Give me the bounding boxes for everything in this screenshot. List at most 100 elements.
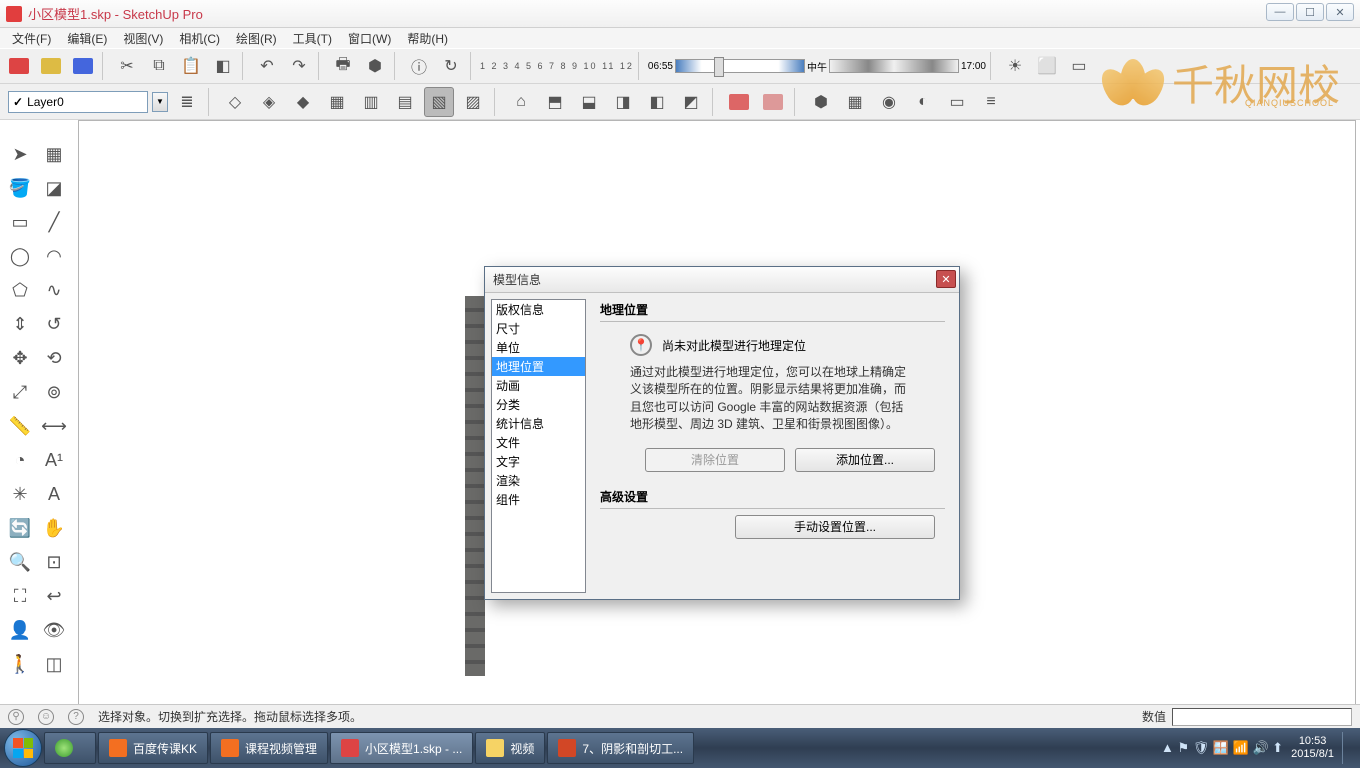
style-edges-icon[interactable]: ▨ bbox=[458, 87, 488, 117]
new-icon[interactable] bbox=[4, 51, 34, 81]
open-icon[interactable] bbox=[36, 51, 66, 81]
dialog-close-button[interactable]: ✕ bbox=[936, 270, 956, 288]
minimize-button[interactable]: — bbox=[1266, 3, 1294, 21]
cat-statistics[interactable]: 统计信息 bbox=[492, 414, 585, 433]
outliner-icon[interactable]: ≡ bbox=[976, 87, 1006, 117]
add-location-button[interactable]: 添加位置... bbox=[795, 448, 935, 472]
menu-file[interactable]: 文件(F) bbox=[4, 28, 59, 49]
model-icon[interactable]: ⬢ bbox=[360, 51, 390, 81]
paste-icon[interactable]: 📋 bbox=[176, 51, 206, 81]
dialog-titlebar[interactable]: 模型信息 bbox=[485, 267, 959, 293]
zoom-window-icon[interactable]: ⊡ bbox=[38, 546, 70, 578]
section-display-icon[interactable] bbox=[758, 87, 788, 117]
component-icon[interactable]: ▦ bbox=[38, 138, 70, 170]
cat-geolocation[interactable]: 地理位置 bbox=[492, 357, 585, 376]
scale-icon[interactable]: ⤢ bbox=[4, 376, 36, 408]
layer-dropdown-arrow[interactable]: ▼ bbox=[152, 92, 168, 112]
cat-rendering[interactable]: 渲染 bbox=[492, 471, 585, 490]
style-xray-icon[interactable]: ▥ bbox=[356, 87, 386, 117]
warehouse-icon[interactable]: ⬢ bbox=[806, 87, 836, 117]
cut-icon[interactable]: ✂ bbox=[112, 51, 142, 81]
rotate-icon[interactable]: ⟲ bbox=[38, 342, 70, 374]
iso-icon[interactable]: ⬜ bbox=[1032, 51, 1062, 81]
select-icon[interactable]: ➤ bbox=[4, 138, 36, 170]
task-video-folder[interactable]: 视频 bbox=[475, 732, 545, 764]
styles-icon[interactable]: ◐ bbox=[908, 87, 938, 117]
task-sketchup[interactable]: 小区模型1.skp - ... bbox=[330, 732, 473, 764]
view-iso-icon[interactable]: ⌂ bbox=[506, 87, 536, 117]
cat-classification[interactable]: 分类 bbox=[492, 395, 585, 414]
menu-camera[interactable]: 相机(C) bbox=[171, 28, 228, 49]
section-tool-icon[interactable]: ◫ bbox=[38, 648, 70, 680]
task-powerpoint[interactable]: 7、阴影和剖切工... bbox=[547, 732, 694, 764]
3dtext-icon[interactable]: A bbox=[38, 478, 70, 510]
style-shaded-icon[interactable]: ◆ bbox=[288, 87, 318, 117]
polygon-icon[interactable]: ⬠ bbox=[4, 274, 36, 306]
person-status-icon[interactable]: ☺ bbox=[38, 709, 54, 725]
print-icon[interactable]: 🖶 bbox=[328, 51, 358, 81]
menu-draw[interactable]: 绘图(R) bbox=[228, 28, 285, 49]
layer-manager-icon[interactable]: ≣ bbox=[172, 87, 202, 117]
view-front-icon[interactable]: ⬓ bbox=[574, 87, 604, 117]
cat-copyright[interactable]: 版权信息 bbox=[492, 300, 585, 319]
redo-icon[interactable]: ↷ bbox=[284, 51, 314, 81]
followme-icon[interactable]: ↺ bbox=[38, 308, 70, 340]
close-button[interactable]: ✕ bbox=[1326, 3, 1354, 21]
style-mono-icon[interactable]: ▤ bbox=[390, 87, 420, 117]
view-back-icon[interactable]: ◧ bbox=[642, 87, 672, 117]
scenes-icon[interactable]: ▭ bbox=[942, 87, 972, 117]
refresh-icon[interactable]: ↻ bbox=[436, 51, 466, 81]
show-desktop-button[interactable] bbox=[1342, 732, 1350, 764]
eraser-icon[interactable]: ◪ bbox=[38, 172, 70, 204]
layer-dropdown[interactable]: ✓ Layer0 bbox=[8, 91, 148, 113]
menu-window[interactable]: 窗口(W) bbox=[340, 28, 399, 49]
start-button[interactable] bbox=[4, 729, 42, 767]
axes-icon[interactable]: ✳ bbox=[4, 478, 36, 510]
tape-icon[interactable]: 📏 bbox=[4, 410, 36, 442]
zoom-extents-icon[interactable]: ⛶ bbox=[4, 580, 36, 612]
circle-icon[interactable]: ◯ bbox=[4, 240, 36, 272]
time-slider[interactable] bbox=[675, 59, 805, 73]
tray-icons[interactable]: ▲ ⚑ 🛡 🪟 📶 🔊 ⬆ bbox=[1161, 740, 1283, 756]
save-icon[interactable] bbox=[68, 51, 98, 81]
pushpull-icon[interactable]: ⇕ bbox=[4, 308, 36, 340]
view-left-icon[interactable]: ◩ bbox=[676, 87, 706, 117]
menu-edit[interactable]: 编辑(E) bbox=[59, 28, 115, 49]
freehand-icon[interactable]: ∿ bbox=[38, 274, 70, 306]
arc-icon[interactable]: ◠ bbox=[38, 240, 70, 272]
view-right-icon[interactable]: ◨ bbox=[608, 87, 638, 117]
line-icon[interactable]: ╱ bbox=[38, 206, 70, 238]
cat-animation[interactable]: 动画 bbox=[492, 376, 585, 395]
style-wireframe-icon[interactable]: ◇ bbox=[220, 87, 250, 117]
day-slider[interactable] bbox=[829, 59, 959, 73]
orbit-icon[interactable]: 🔄 bbox=[4, 512, 36, 544]
cat-file[interactable]: 文件 bbox=[492, 433, 585, 452]
position-camera-icon[interactable]: 👤 bbox=[4, 614, 36, 646]
tray-clock[interactable]: 10:53 2015/8/1 bbox=[1291, 735, 1334, 761]
zoom-icon[interactable]: 🔍 bbox=[4, 546, 36, 578]
manual-location-button[interactable]: 手动设置位置... bbox=[735, 515, 935, 539]
task-baidu-kk[interactable]: 百度传课KK bbox=[98, 732, 208, 764]
pan-icon[interactable]: ✋ bbox=[38, 512, 70, 544]
rect-icon[interactable]: ▭ bbox=[4, 206, 36, 238]
view-top-icon[interactable]: ⬒ bbox=[540, 87, 570, 117]
move-icon[interactable]: ✥ bbox=[4, 342, 36, 374]
dimension-icon[interactable]: ⟷ bbox=[38, 410, 70, 442]
cat-dimensions[interactable]: 尺寸 bbox=[492, 319, 585, 338]
look-around-icon[interactable]: 👁 bbox=[38, 614, 70, 646]
persp-icon[interactable]: ▭ bbox=[1064, 51, 1094, 81]
cat-components[interactable]: 组件 bbox=[492, 490, 585, 509]
help-status-icon[interactable]: ? bbox=[68, 709, 84, 725]
components-icon[interactable]: ▦ bbox=[840, 87, 870, 117]
menu-view[interactable]: 视图(V) bbox=[115, 28, 171, 49]
value-input[interactable] bbox=[1172, 708, 1352, 726]
menu-tools[interactable]: 工具(T) bbox=[285, 28, 340, 49]
maximize-button[interactable]: ☐ bbox=[1296, 3, 1324, 21]
protractor-icon[interactable]: ◔ bbox=[4, 444, 36, 476]
cat-text[interactable]: 文字 bbox=[492, 452, 585, 471]
shadow-toggle-icon[interactable]: ☀ bbox=[1000, 51, 1030, 81]
menu-help[interactable]: 帮助(H) bbox=[399, 28, 456, 49]
erase-icon[interactable]: ◧ bbox=[208, 51, 238, 81]
task-ie[interactable] bbox=[44, 732, 96, 764]
style-hidden-icon[interactable]: ◈ bbox=[254, 87, 284, 117]
